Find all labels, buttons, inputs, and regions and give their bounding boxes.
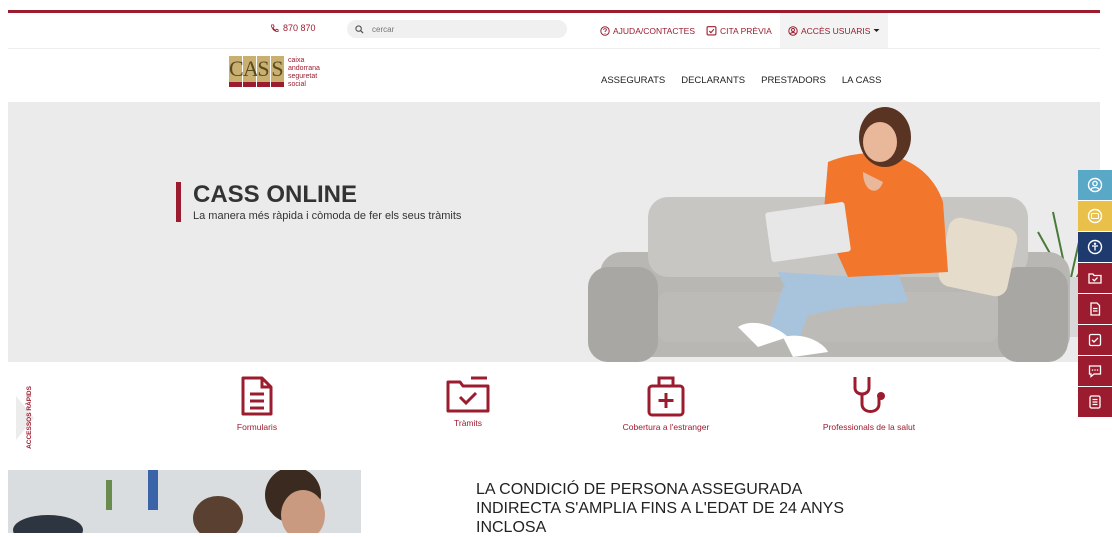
main-navigation: C A S S caixa andorrana seguretat social… (8, 48, 1100, 103)
search-icon (355, 24, 364, 34)
phone-icon (271, 23, 279, 32)
cass-logo[interactable]: C A S S caixa andorrana seguretat social (229, 56, 320, 89)
sidebar-button-user[interactable] (1078, 170, 1112, 201)
search-input[interactable] (370, 23, 554, 35)
hero-text-block: CASS ONLINE La manera més ràpida i còmod… (176, 182, 493, 222)
logo-letter: S (271, 56, 284, 87)
question-circle-icon (600, 25, 610, 36)
utility-bar: 870 870 AJUDA/CONTACTES CITA PRÈVIA ACCÈ… (8, 13, 1100, 48)
quick-access-tab[interactable]: ACCESSOS RÀPIDS (16, 382, 40, 454)
user-access-label: ACCÈS USUARIS (801, 25, 871, 36)
quick-item-tramits[interactable]: Tràmits (398, 374, 538, 428)
news-image[interactable] (8, 470, 361, 533)
quick-item-label: Tràmits (453, 418, 482, 428)
sidebar-button-accessibility[interactable] (1078, 232, 1112, 263)
logo-letter: S (257, 56, 270, 87)
phone-number: 870 870 (283, 23, 316, 33)
medical-bag-icon (647, 376, 685, 417)
phone-link[interactable]: 870 870 (270, 23, 316, 33)
user-access-dropdown[interactable]: ACCÈS USUARIS (780, 13, 889, 48)
news-headline[interactable]: LA CONDICIÓ DE PERSONA ASSEGURADA INDIRE… (476, 480, 856, 537)
sidebar-button-checkbox[interactable] (1078, 325, 1112, 356)
quick-item-cobertura[interactable]: Cobertura a l'estranger (596, 374, 736, 432)
logo-line: seguretat (288, 73, 318, 80)
logo-line: andorrana (288, 65, 320, 72)
logo-line: caixa (288, 57, 305, 64)
sidebar-button-card[interactable] (1078, 201, 1112, 232)
nav-item-declarants[interactable]: DECLARANTS (681, 75, 745, 86)
folder-check-icon (1088, 273, 1102, 284)
caret-down-icon (873, 29, 880, 32)
quick-item-formularis[interactable]: Formularis (187, 374, 327, 432)
quick-item-label: Professionals de la salut (822, 422, 916, 432)
nav-item-la-cass[interactable]: LA CASS (842, 75, 882, 86)
help-label: AJUDA/CONTACTES (613, 25, 696, 36)
checkbox-icon (1088, 333, 1102, 347)
hero-illustration (588, 107, 1099, 362)
document-icon (1090, 302, 1101, 316)
accessibility-icon (1087, 239, 1103, 255)
logo-letters: C A S S (229, 56, 285, 87)
user-circle-icon (788, 25, 798, 36)
appointment-link[interactable]: CITA PRÈVIA (706, 13, 772, 48)
nav-item-assegurats[interactable]: ASSEGURATS (601, 75, 665, 86)
search-box[interactable] (347, 20, 567, 38)
nav-menu: ASSEGURATS DECLARANTS PRESTADORS LA CASS (601, 75, 881, 86)
help-contact-link[interactable]: AJUDA/CONTACTES (600, 13, 695, 48)
logo-letter: A (243, 56, 259, 87)
calendar-check-icon (706, 26, 717, 36)
card-circle-icon (1087, 208, 1103, 224)
sidebar-button-document[interactable] (1078, 294, 1112, 325)
quick-access-section: ACCESSOS RÀPIDS Formularis Tràmits Cober… (8, 362, 1100, 466)
appointment-label: CITA PRÈVIA (720, 25, 772, 36)
form-icon (241, 376, 273, 416)
user-circle-icon (1087, 177, 1103, 193)
nav-item-prestadors[interactable]: PRESTADORS (761, 75, 826, 86)
quick-item-label: Cobertura a l'estranger (622, 422, 710, 432)
logo-letter: C (229, 56, 244, 87)
quick-access-label: ACCESSOS RÀPIDS (25, 386, 33, 449)
quick-item-label: Formularis (236, 422, 278, 432)
quick-item-professionals[interactable]: Professionals de la salut (799, 374, 939, 432)
logo-line: social (288, 81, 306, 88)
folder-check-icon (446, 376, 490, 413)
logo-text: caixa andorrana seguretat social (288, 57, 320, 89)
news-photo (8, 470, 361, 533)
hero-banner: CASS ONLINE La manera més ràpida i còmod… (8, 102, 1100, 362)
hero-subtitle: La manera més ràpida i còmoda de fer els… (193, 210, 462, 222)
sidebar-button-folder-check[interactable] (1078, 263, 1112, 294)
hero-title: CASS ONLINE (193, 181, 358, 208)
stethoscope-icon (853, 377, 885, 413)
